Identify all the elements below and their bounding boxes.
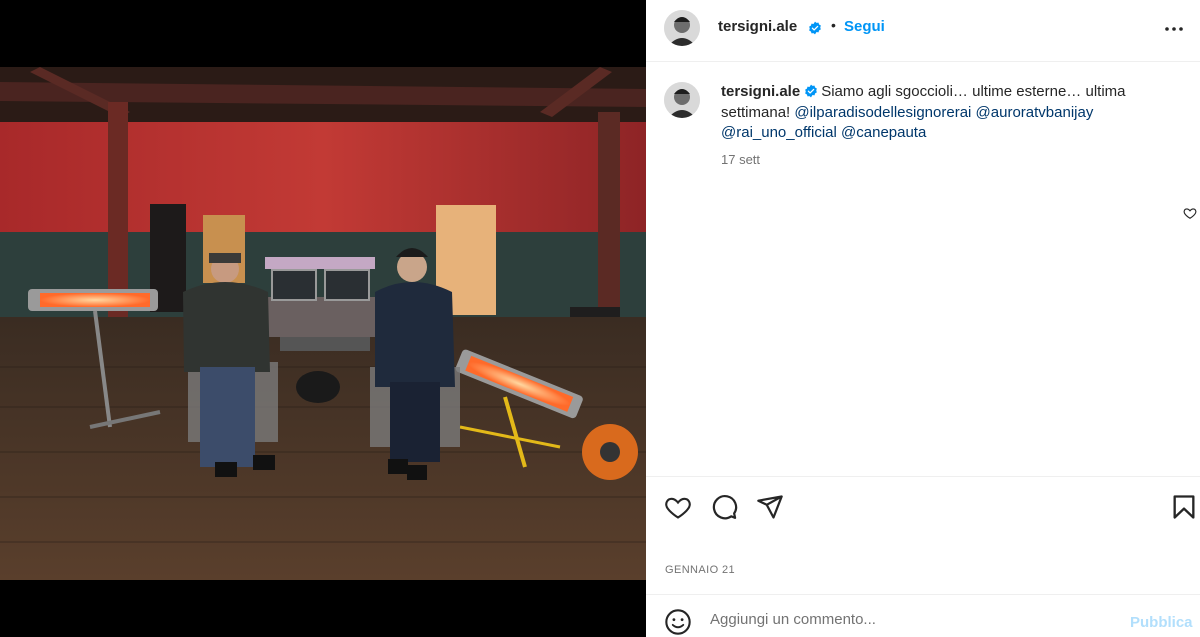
header-separator: •	[831, 17, 836, 33]
post-photo-image	[0, 67, 646, 580]
post-date: GENNAIO 21	[665, 564, 736, 576]
more-options-icon[interactable]	[1162, 19, 1186, 39]
mention-link[interactable]: @ilparadisodellesignorerai	[794, 104, 971, 121]
avatar-image	[664, 10, 700, 46]
heart-icon[interactable]	[1183, 206, 1197, 220]
author-username[interactable]: tersigni.ale	[718, 18, 797, 35]
post-caption: tersigni.ale Siamo agli sgoccioli… ultim…	[721, 82, 1181, 144]
comment-icon[interactable]	[710, 493, 738, 521]
post-photo[interactable]	[0, 67, 646, 580]
caption-username[interactable]: tersigni.ale	[721, 83, 800, 100]
post-header: tersigni.ale • Segui	[646, 0, 1200, 62]
caption-timestamp[interactable]: 17 sett	[721, 152, 760, 167]
comment-input[interactable]	[710, 607, 1110, 631]
comments-area: tersigni.ale Siamo agli sgoccioli… ultim…	[646, 63, 1200, 476]
verified-badge-icon	[805, 84, 818, 98]
avatar-image	[664, 82, 700, 118]
bookmark-icon[interactable]	[1170, 493, 1198, 521]
mention-link[interactable]: @auroratvbanijay	[976, 104, 1094, 121]
follow-button[interactable]: Segui	[844, 18, 885, 35]
emoji-icon[interactable]	[664, 608, 692, 636]
post-sidebar: tersigni.ale • Segui tersigni.ale Siamo …	[646, 0, 1200, 637]
author-avatar[interactable]	[664, 10, 700, 46]
mention-link[interactable]: @rai_uno_official	[721, 124, 837, 141]
caption-avatar[interactable]	[664, 82, 700, 118]
verified-badge-icon	[809, 21, 821, 35]
action-bar	[646, 476, 1200, 536]
comment-bar: Pubblica	[646, 594, 1200, 637]
post-media-pane	[0, 0, 646, 637]
mention-link[interactable]: @canepauta	[841, 124, 926, 141]
share-icon[interactable]	[756, 493, 784, 521]
publish-button[interactable]: Pubblica	[1130, 614, 1193, 631]
heart-icon[interactable]	[664, 493, 692, 521]
